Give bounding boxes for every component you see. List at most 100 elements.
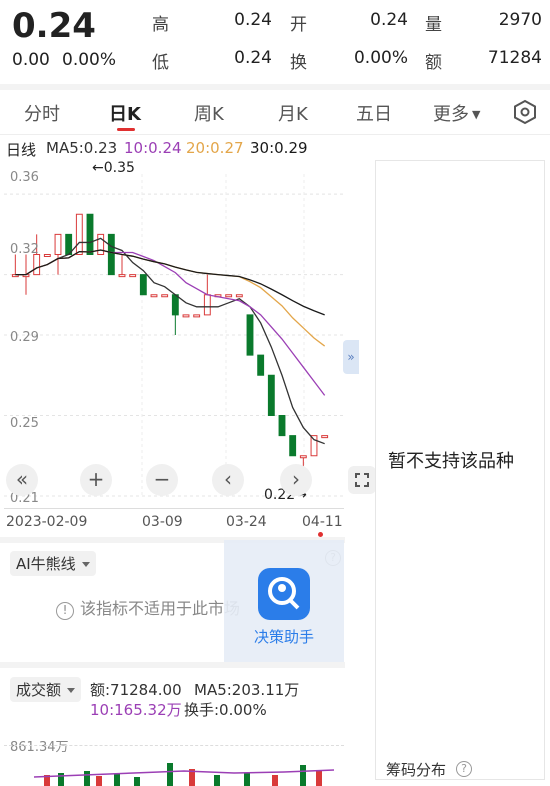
amount-value: 71284 [487,48,542,68]
candle-body [86,213,94,255]
candle-body [75,213,83,255]
date-label: 2023-02-09 [6,514,88,530]
price-change-pct: 0.00% [62,50,117,70]
info-icon: ! [56,602,74,620]
open-label: 开 [290,15,307,35]
candle-body [161,294,169,298]
tabs-divider [0,134,550,135]
scroll-left-button[interactable]: ‹ [212,464,244,496]
candle-body [267,374,275,416]
period-label: 日线 [6,141,37,159]
date-label: 03-24 [226,514,267,530]
tab-intraday[interactable]: 分时 [24,100,60,126]
amount-label: 额 [425,53,442,73]
dropdown-caret-icon [81,562,90,567]
candle-body [150,294,158,298]
kline-svg [4,174,344,497]
candle-body [257,354,265,376]
candle-body [118,274,126,278]
kline-chart[interactable] [4,160,344,505]
section-divider [0,662,345,668]
ai-indicator-selector[interactable]: AI牛熊线 [10,551,96,576]
fullscreen-icon[interactable] [348,466,376,494]
low-value: 0.24 [234,48,272,68]
open-value: 0.24 [370,10,408,30]
date-axis-line [4,508,344,509]
ma30-value: 30:0.29 [250,139,308,157]
candle-body [43,254,51,257]
decision-assistant-label: 决策助手 [254,628,315,646]
volume-label: 量 [425,15,442,35]
volume-bars [33,763,335,786]
ai-indicator-label: AI牛熊线 [16,555,76,573]
tab-five-day[interactable]: 五日 [356,100,392,126]
tab-weekly-k[interactable]: 周K [194,100,224,126]
low-label: 低 [152,53,169,73]
volume-value: 2970 [498,10,542,30]
high-annotation: ←0.35 [92,160,135,176]
price-change: 0.00 [12,50,50,70]
candle-body [278,415,286,437]
candle-body [97,233,105,255]
volume-turnover: 换手:0.00% [184,701,267,719]
high-value: 0.24 [234,10,272,30]
candle-body [246,314,254,356]
y-tick-label: 0.36 [10,170,39,185]
volume-indicator-label: 成交额 [16,681,62,699]
y-tick-label: 0.29 [10,330,39,345]
zoom-in-button[interactable]: + [80,464,112,496]
volume-indicator-selector[interactable]: 成交额 [10,677,82,702]
ma20-value: 20:0.27 [186,139,244,157]
scroll-left-fast-button[interactable]: « [6,464,38,496]
tab-daily-k[interactable]: 日K [109,100,141,126]
volume-ma5: MA5:203.11万 [194,681,300,699]
header-divider [0,84,550,90]
chevron-down-icon: ▼ [472,108,481,121]
decision-assistant-card[interactable]: 决策助手 [224,540,344,662]
ma10-value: 10:0.24 [124,139,182,157]
decision-assistant-icon [258,568,310,620]
scroll-right-button[interactable]: › [280,464,312,496]
tab-more[interactable]: 更多 ▼ [433,100,480,126]
candle-body [299,455,307,459]
candle-body [289,435,297,457]
chip-distribution-label: 筹码分布 [386,761,447,779]
active-tab-indicator [117,128,135,131]
last-price: 0.24 [12,6,96,46]
settings-gear-icon[interactable] [512,99,538,129]
candle-body [193,314,201,318]
candle-body [235,294,243,298]
candle-body [129,274,137,278]
not-applicable-text: 该指标不适用于此市场 [80,599,241,618]
tab-monthly-k[interactable]: 月K [278,100,308,126]
candle-body [33,254,41,276]
y-tick-label: 0.32 [10,242,39,257]
ma20-line [15,249,326,347]
tab-more-label: 更多 [433,104,469,125]
ma5-value: MA5:0.23 [46,139,118,157]
candle-body [54,233,62,255]
turnover-value: 0.00% [353,48,408,68]
volume-amount: 额:71284.00 [90,681,182,699]
turnover-label: 换 [290,53,307,73]
high-label: 高 [152,15,169,35]
candle-body [139,274,147,296]
zoom-out-button[interactable]: − [146,464,178,496]
candle-body [203,294,211,316]
candle-body [107,233,115,276]
not-applicable-message: ! 该指标不适用于此市场 [56,595,240,620]
unsupported-message: 暂不支持该品种 [388,451,514,472]
expand-panel-tab[interactable]: » [343,340,359,374]
candle-body [171,294,179,316]
volume-gridline [4,745,344,746]
help-icon[interactable]: ? [456,761,472,777]
candle-body [225,294,233,298]
ma30-line [15,249,325,316]
candle-body [310,435,318,457]
date-label: 03-09 [142,514,183,530]
dropdown-caret-icon [67,688,76,693]
y-tick-label: 0.25 [10,416,39,431]
ma10-line [15,249,326,396]
volume-ma10: 10:165.32万 [90,701,182,719]
date-label: 04-11 [302,514,343,530]
